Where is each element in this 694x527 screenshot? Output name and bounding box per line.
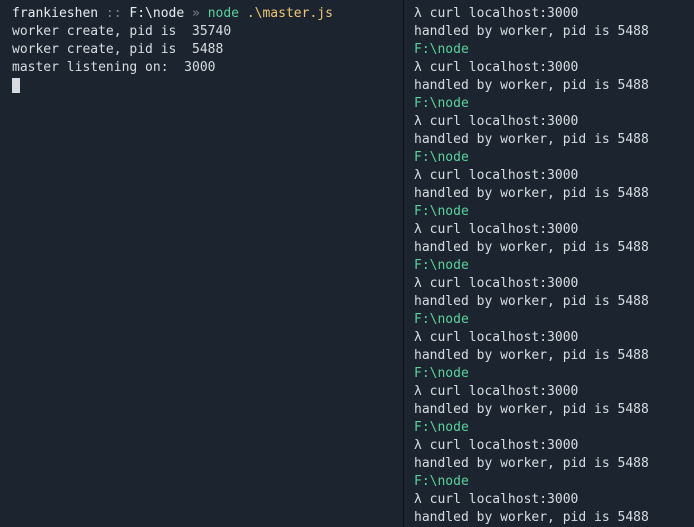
path-line: F:\node: [414, 203, 694, 221]
cmd-line: λ curl localhost:3000: [414, 59, 694, 77]
output-line: handled by worker, pid is 5488: [414, 509, 694, 527]
prompt-path: F:\node: [129, 6, 184, 21]
cmd-line: λ curl localhost:3000: [414, 383, 694, 401]
path-line: F:\node: [414, 365, 694, 383]
path-line: F:\node: [414, 311, 694, 329]
output-line: worker create, pid is 35740: [12, 23, 403, 41]
cmd-line: λ curl localhost:3000: [414, 491, 694, 509]
output-line: master listening on: 3000: [12, 59, 403, 77]
path-line: F:\node: [414, 95, 694, 113]
path-line: F:\node: [414, 257, 694, 275]
output-line: handled by worker, pid is 5488: [414, 347, 694, 365]
output-line: handled by worker, pid is 5488: [414, 401, 694, 419]
path-line: F:\node: [414, 149, 694, 167]
path-line: F:\node: [414, 419, 694, 437]
cmd-arg: .\master.js: [239, 6, 333, 21]
output-line: handled by worker, pid is 5488: [414, 185, 694, 203]
cmd-line: λ curl localhost:3000: [414, 221, 694, 239]
output-line: handled by worker, pid is 5488: [414, 455, 694, 473]
prompt-sep2: »: [184, 6, 207, 21]
cmd-line: λ curl localhost:3000: [414, 329, 694, 347]
prompt-line: frankieshen :: F:\node » node .\master.j…: [12, 5, 403, 23]
cursor-line: [12, 77, 403, 95]
cmd-exec: node: [208, 6, 239, 21]
cmd-line: λ curl localhost:3000: [414, 275, 694, 293]
output-line: handled by worker, pid is 5488: [414, 77, 694, 95]
output-line: handled by worker, pid is 5488: [414, 131, 694, 149]
cmd-line: λ curl localhost:3000: [414, 167, 694, 185]
cursor-icon: [12, 78, 20, 93]
terminal-pane-left[interactable]: frankieshen :: F:\node » node .\master.j…: [0, 0, 404, 527]
prompt-user: frankieshen: [12, 6, 98, 21]
cmd-line: λ curl localhost:3000: [414, 5, 694, 23]
path-line: F:\node: [414, 473, 694, 491]
terminal-pane-right[interactable]: λ curl localhost:3000 handled by worker,…: [404, 0, 694, 527]
output-line: handled by worker, pid is 5488: [414, 239, 694, 257]
cmd-line: λ curl localhost:3000: [414, 113, 694, 131]
output-line: worker create, pid is 5488: [12, 41, 403, 59]
output-line: handled by worker, pid is 5488: [414, 293, 694, 311]
prompt-sep1: ::: [98, 6, 129, 21]
path-line: F:\node: [414, 41, 694, 59]
output-line: handled by worker, pid is 5488: [414, 23, 694, 41]
cmd-line: λ curl localhost:3000: [414, 437, 694, 455]
